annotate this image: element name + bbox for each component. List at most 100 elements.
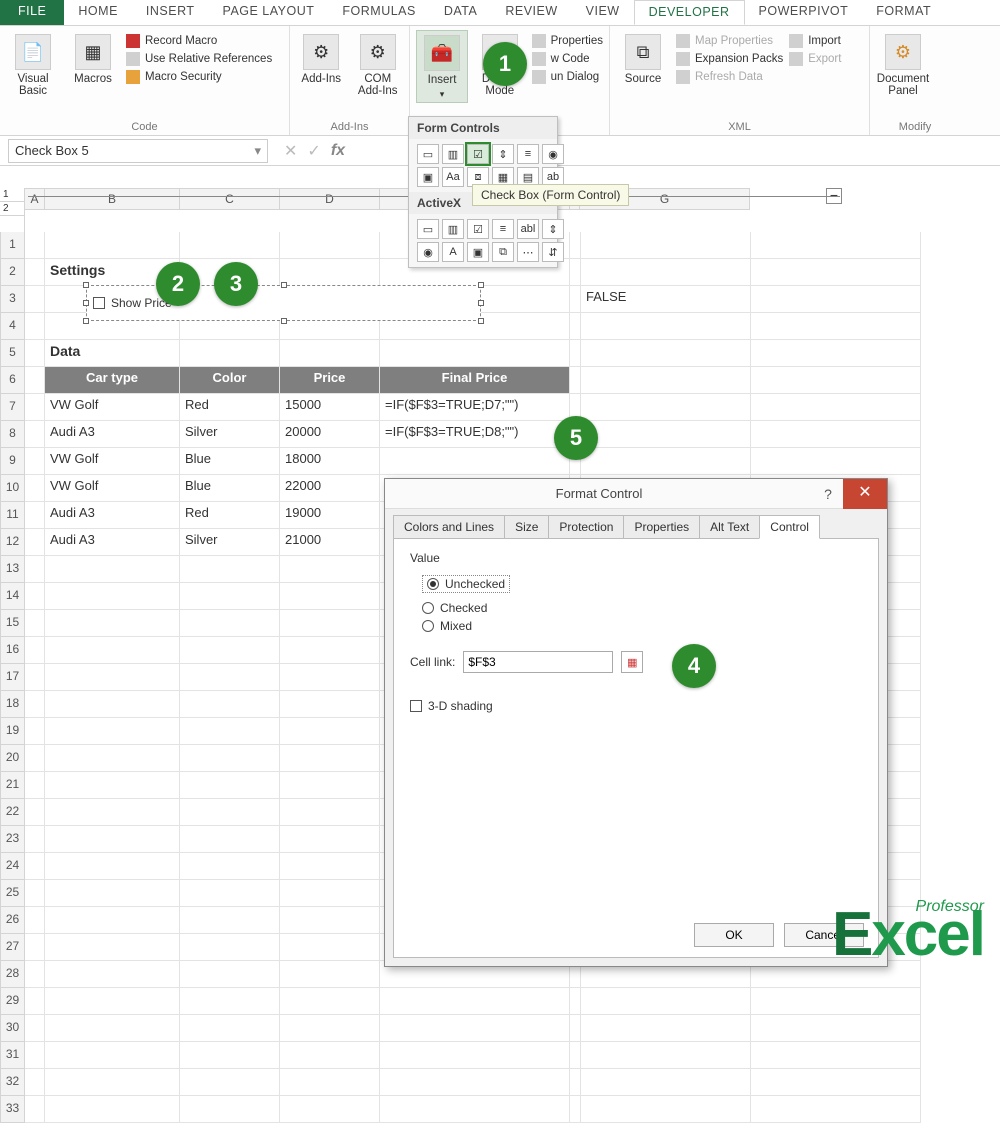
cell[interactable]: [45, 853, 180, 880]
name-box[interactable]: Check Box 5 ▾: [8, 139, 268, 163]
row-header-7[interactable]: 7: [0, 394, 25, 421]
cell[interactable]: [25, 934, 45, 961]
cell[interactable]: [45, 907, 180, 934]
cell[interactable]: [280, 853, 380, 880]
cell[interactable]: [380, 1042, 570, 1069]
cell[interactable]: [25, 799, 45, 826]
row-header-33[interactable]: 33: [0, 1096, 25, 1123]
row-header-14[interactable]: 14: [0, 583, 25, 610]
row-header-26[interactable]: 26: [0, 907, 25, 934]
format-control-dialog[interactable]: Format Control ? ✕ Colors and Lines Size…: [384, 478, 888, 967]
tab-alt-text[interactable]: Alt Text: [699, 515, 760, 539]
row-header-10[interactable]: 10: [0, 475, 25, 502]
cell[interactable]: [570, 367, 581, 394]
cell[interactable]: [25, 637, 45, 664]
tab-powerpivot[interactable]: POWERPIVOT: [745, 0, 863, 25]
cell[interactable]: Audi A3: [45, 502, 180, 529]
cell[interactable]: [581, 367, 751, 394]
cell[interactable]: [280, 610, 380, 637]
outline-collapse-button[interactable]: −: [826, 188, 842, 204]
cell[interactable]: Blue: [180, 475, 280, 502]
cell[interactable]: [45, 934, 180, 961]
cell[interactable]: [570, 1042, 581, 1069]
tab-file[interactable]: FILE: [0, 0, 64, 25]
cell[interactable]: [751, 286, 921, 313]
row-header-24[interactable]: 24: [0, 853, 25, 880]
cell[interactable]: Silver: [180, 529, 280, 556]
show-price-checkbox-control[interactable]: Show Price: [86, 285, 481, 321]
tab-pagelayout[interactable]: PAGE LAYOUT: [209, 0, 329, 25]
export-button[interactable]: Export: [789, 52, 841, 66]
cell[interactable]: [25, 556, 45, 583]
ax-checkbox[interactable]: ☑: [467, 219, 489, 239]
cell[interactable]: [581, 448, 751, 475]
cell[interactable]: [751, 232, 921, 259]
cell[interactable]: [280, 1042, 380, 1069]
cell[interactable]: [570, 286, 581, 313]
row-header-16[interactable]: 16: [0, 637, 25, 664]
cell[interactable]: [751, 313, 921, 340]
cell[interactable]: [570, 1069, 581, 1096]
cell[interactable]: [280, 232, 380, 259]
source-button[interactable]: ⧉Source: [616, 30, 670, 85]
row-header-28[interactable]: 28: [0, 961, 25, 988]
cell[interactable]: [45, 826, 180, 853]
dialog-help-button[interactable]: ?: [813, 486, 843, 502]
cell[interactable]: [180, 988, 280, 1015]
cell[interactable]: [280, 1015, 380, 1042]
row-headers[interactable]: 1234567891011121314151617181920212223242…: [0, 232, 25, 1123]
cell[interactable]: [25, 961, 45, 988]
fc-group[interactable]: ▣: [417, 167, 439, 187]
tab-properties[interactable]: Properties: [623, 515, 700, 539]
cell[interactable]: [180, 1042, 280, 1069]
row-header-30[interactable]: 30: [0, 1015, 25, 1042]
cell[interactable]: [280, 799, 380, 826]
cell[interactable]: [280, 826, 380, 853]
cell[interactable]: [380, 1069, 570, 1096]
cell[interactable]: [280, 691, 380, 718]
run-dialog-button[interactable]: un Dialog: [532, 70, 603, 84]
use-relative-refs-button[interactable]: Use Relative References: [126, 52, 272, 66]
cell[interactable]: [751, 448, 921, 475]
cell[interactable]: [180, 961, 280, 988]
cell[interactable]: [25, 610, 45, 637]
cell[interactable]: [280, 340, 380, 367]
chevron-down-icon[interactable]: ▾: [254, 143, 261, 159]
cell[interactable]: [570, 1096, 581, 1123]
cell[interactable]: [280, 907, 380, 934]
cell[interactable]: [25, 718, 45, 745]
row-header-31[interactable]: 31: [0, 1042, 25, 1069]
cell[interactable]: [581, 1096, 751, 1123]
refresh-data-button[interactable]: Refresh Data: [676, 70, 783, 84]
row-header-13[interactable]: 13: [0, 556, 25, 583]
row-header-6[interactable]: 6: [0, 367, 25, 394]
cell[interactable]: Blue: [180, 448, 280, 475]
row-header-15[interactable]: 15: [0, 610, 25, 637]
cell[interactable]: [180, 718, 280, 745]
ax-option[interactable]: ◉: [417, 242, 439, 262]
cell[interactable]: [570, 1015, 581, 1042]
cell[interactable]: [180, 745, 280, 772]
document-panel-button[interactable]: ⚙Document Panel: [876, 30, 930, 97]
macro-security-button[interactable]: Macro Security: [126, 70, 272, 84]
cell[interactable]: =IF($F$3=TRUE;D7;""): [380, 394, 570, 421]
cell[interactable]: [45, 1096, 180, 1123]
cell[interactable]: [180, 853, 280, 880]
cell[interactable]: [280, 259, 380, 286]
fc-button[interactable]: ▭: [417, 144, 439, 164]
properties-button[interactable]: Properties: [532, 34, 603, 48]
row-header-18[interactable]: 18: [0, 691, 25, 718]
fc-combo[interactable]: ▥: [442, 144, 464, 164]
cell[interactable]: [581, 1069, 751, 1096]
row-header-11[interactable]: 11: [0, 502, 25, 529]
cell[interactable]: [280, 583, 380, 610]
cell[interactable]: [751, 394, 921, 421]
tab-size[interactable]: Size: [504, 515, 549, 539]
cell[interactable]: [751, 421, 921, 448]
cell[interactable]: [280, 1096, 380, 1123]
range-selector-button[interactable]: ▦: [621, 651, 643, 673]
cell[interactable]: =IF($F$3=TRUE;D8;""): [380, 421, 570, 448]
cell[interactable]: [45, 583, 180, 610]
cell[interactable]: [25, 691, 45, 718]
cell[interactable]: 19000: [280, 502, 380, 529]
